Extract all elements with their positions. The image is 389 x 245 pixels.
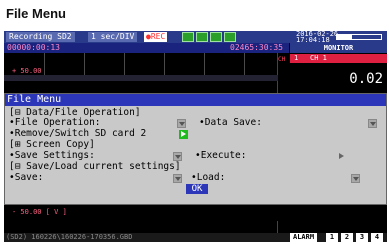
alarm-cell: 2 <box>341 233 353 242</box>
battery-icon <box>336 34 382 40</box>
screen-copy-execute-button[interactable] <box>337 152 346 161</box>
page-title: File Menu <box>6 6 66 21</box>
load-label: •Load: <box>191 172 226 183</box>
ruler <box>4 75 278 81</box>
elapsed-time: 00000:00:13 <box>7 43 60 52</box>
save-settings-dropdown[interactable] <box>173 152 182 161</box>
rec-indicator: ●REC <box>144 32 168 42</box>
key-lock-icon <box>224 32 236 42</box>
lan-icon <box>210 32 222 42</box>
execute-label: •Execute: <box>195 150 247 161</box>
remove-sd-execute-button[interactable] <box>179 130 188 139</box>
file-operation-dropdown[interactable] <box>177 119 186 128</box>
recording-mode-badge: Recording SD2 <box>6 32 75 42</box>
data-save-dropdown[interactable] <box>368 119 377 128</box>
file-menu-dialog: File Menu [⊟ Data/File Operation] •File … <box>4 93 387 205</box>
usb-icon <box>196 32 208 42</box>
status-icons <box>182 32 236 42</box>
file-operation-label: •File Operation: <box>9 117 101 128</box>
alarm-cell: 3 <box>356 233 368 242</box>
channel-name: CH 1 <box>310 54 327 62</box>
current-file-path: (SD2) 160226\160226-170356.GBD <box>6 233 133 241</box>
sd-card-icon <box>182 32 194 42</box>
date-time: 2016-02-26 17:04:18 <box>296 31 338 44</box>
total-time: 02465:30:35 <box>230 43 283 52</box>
time-bar: 00000:00:13 02465:30:35 <box>4 43 289 53</box>
save-dropdown[interactable] <box>173 174 182 183</box>
section-save-load: [⊟ Save/Load current settings] <box>9 161 181 172</box>
monitor-header: MONITOR <box>290 43 387 53</box>
time-div-badge: 1 sec/DIV <box>88 32 138 42</box>
remove-sd-label: •Remove/Switch SD card 2 <box>9 128 147 139</box>
menu-title: File Menu <box>5 94 386 106</box>
monitor-value: 0.02 <box>290 63 387 93</box>
ok-button[interactable]: OK <box>186 184 208 194</box>
save-settings-label: •Save Settings: <box>9 150 95 161</box>
bottom-status-bar: (SD2) 160226\160226-170356.GBD ALARM 1 2… <box>4 233 387 242</box>
top-status-bar: Recording SD2 1 sec/DIV ●REC 2016-02-26 … <box>4 31 387 44</box>
save-label: •Save: <box>9 172 44 183</box>
section-screen-copy: [⊞ Screen Copy] <box>9 139 95 150</box>
device-screen: Recording SD2 1 sec/DIV ●REC 2016-02-26 … <box>4 31 387 242</box>
lower-scale-strip: - 50.00 [ V ] <box>4 205 278 221</box>
channel-tag: CH <box>278 56 286 63</box>
upper-scale-value: + 50.00 <box>12 67 42 75</box>
load-dropdown[interactable] <box>351 174 360 183</box>
data-save-label: •Data Save: <box>199 117 262 128</box>
lower-scale-value: - 50.00 [ V ] <box>12 208 67 216</box>
alarm-cell: 1 <box>326 233 338 242</box>
monitor-channel-row[interactable]: 1 CH 1 <box>290 54 387 63</box>
channel-number: 1 <box>294 54 299 62</box>
battery-fill <box>337 35 353 39</box>
alarm-badge: ALARM <box>290 233 318 242</box>
alarm-cell: 4 <box>371 233 383 242</box>
